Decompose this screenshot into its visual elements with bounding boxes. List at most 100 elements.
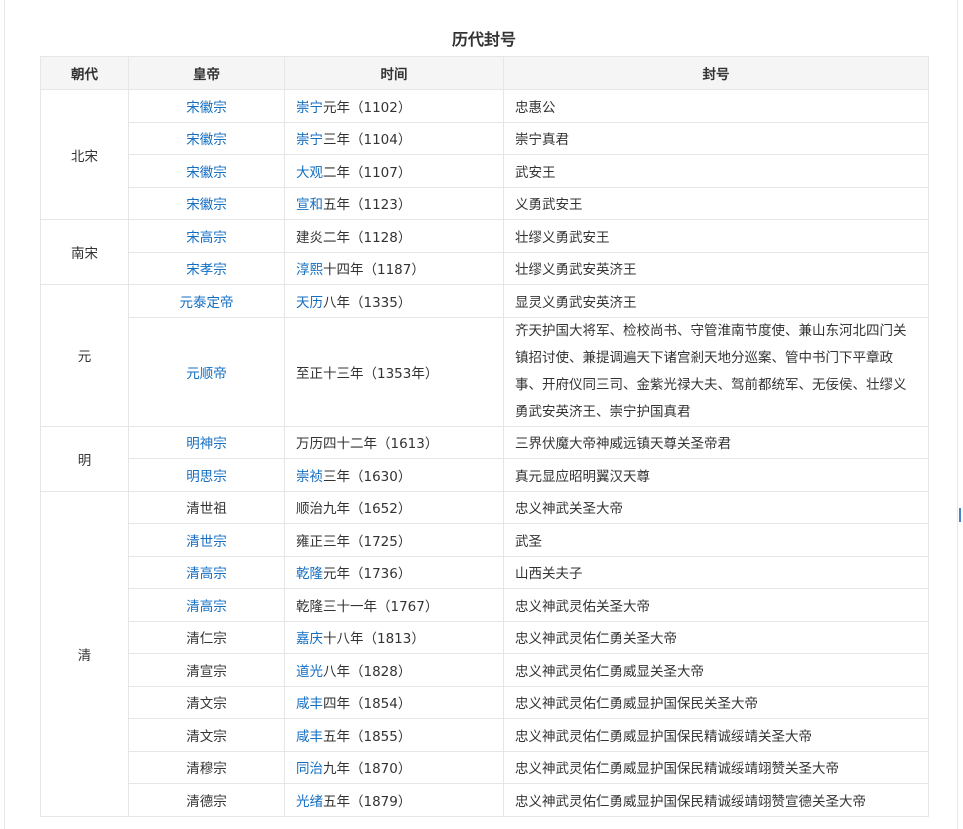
era-name: 顺治: [296, 501, 323, 518]
emperor-cell: 宋徽宗: [128, 121, 285, 155]
era-year: 四十二年（1613）: [323, 436, 439, 453]
era-link[interactable]: 光绪: [296, 794, 323, 810]
emperor-name: 清德宗: [186, 793, 227, 810]
table-row: 宋孝宗 淳熙十四年（1187） 壮缪义勇武安英济王: [41, 251, 929, 285]
era-link[interactable]: 崇祯: [296, 469, 323, 485]
era-link[interactable]: 道光: [296, 664, 323, 680]
page-left-border: [4, 0, 5, 829]
era-year: 十四年（1187）: [323, 262, 425, 279]
title-cell: 忠义神武灵佑关圣大帝: [503, 588, 929, 622]
emperor-link[interactable]: 元顺帝: [186, 366, 227, 382]
era-year: 八年（1335）: [323, 294, 412, 311]
emperor-cell: 清世祖: [128, 490, 285, 524]
title-cell: 三界伏魔大帝神威远镇天尊关圣帝君: [503, 425, 929, 459]
table-row: 宋徽宗 大观二年（1107） 武安王: [41, 154, 929, 188]
time-cell: 崇祯三年（1630）: [284, 458, 504, 492]
emperor-link[interactable]: 宋徽宗: [186, 197, 227, 213]
emperor-link[interactable]: 宋徽宗: [186, 132, 227, 148]
emperor-link[interactable]: 宋徽宗: [186, 100, 227, 116]
era-year: 五年（1879）: [323, 793, 412, 810]
emperor-cell: 明神宗: [128, 425, 285, 459]
title-cell: 忠义神武关圣大帝: [503, 490, 929, 524]
era-link[interactable]: 咸丰: [296, 696, 323, 712]
era-link[interactable]: 大观: [296, 165, 323, 181]
table-row: 元元泰定帝 天历八年（1335） 显灵义勇武安英济王: [40, 284, 929, 427]
header-emperor: 皇帝: [128, 56, 285, 90]
era-name: 万历: [296, 436, 323, 453]
emperor-cell: 宋孝宗: [128, 251, 285, 285]
era-link[interactable]: 崇宁: [296, 132, 323, 148]
title-cell: 忠义神武灵佑仁勇威显关圣大帝: [503, 653, 929, 687]
emperor-link[interactable]: 元泰定帝: [180, 295, 234, 311]
title-cell: 忠义神武灵佑仁勇威显护国保民精诚绥靖翊赞关圣大帝: [503, 750, 929, 784]
title-cell: 忠惠公: [503, 89, 929, 123]
emperor-cell: 明思宗: [128, 458, 285, 492]
time-cell: 宣和五年（1123）: [284, 186, 504, 220]
emperor-link[interactable]: 宋孝宗: [186, 262, 227, 278]
era-link[interactable]: 崇宁: [296, 100, 323, 116]
title-cell: 忠义神武灵佑仁勇威显护国保民精诚绥靖翊赞宣德关圣大帝: [503, 783, 929, 817]
table-row: 清文宗 咸丰五年（1855） 忠义神武灵佑仁勇威显护国保民精诚绥靖关圣大帝: [41, 718, 929, 752]
era-year: 十八年（1813）: [323, 631, 425, 648]
table-row: 北宋 宋徽宗 崇宁元年（1102） 忠惠公: [40, 89, 929, 220]
table-body: 北宋 宋徽宗 崇宁元年（1102） 忠惠公 宋徽宗 崇宁三年（1104） 崇宁真君 宋徽宗 大观…: [40, 89, 929, 817]
era-name: 雍正: [296, 533, 323, 550]
table-row: 宋徽宗 宣和五年（1123） 义勇武安王: [41, 186, 929, 220]
emperor-link[interactable]: 清高宗: [186, 566, 227, 582]
era-link[interactable]: 咸丰: [296, 729, 323, 745]
table-row: 清高宗 乾隆元年（1736） 山西关夫子: [41, 555, 929, 589]
emperor-cell: 清仁宗: [128, 620, 285, 654]
title-cell: 壮缪义勇武安英济王: [503, 251, 929, 285]
era-link[interactable]: 嘉庆: [296, 631, 323, 647]
title-cell: 山西关夫子: [503, 555, 929, 589]
time-cell: 崇宁三年（1104）: [284, 121, 504, 155]
dynasty-cell: 明: [40, 425, 129, 492]
page-right-border: [957, 0, 958, 829]
time-cell: 万历四十二年（1613）: [284, 425, 504, 459]
era-name: 至正: [296, 365, 323, 382]
emperor-cell: 清高宗: [128, 555, 285, 589]
table-row: 宋徽宗 崇宁三年（1104） 崇宁真君: [41, 121, 929, 155]
era-year: 二年（1128）: [323, 229, 412, 246]
era-year: 元年（1102）: [323, 99, 412, 116]
title-cell: 忠义神武灵佑仁勇关圣大帝: [503, 620, 929, 654]
time-cell: 咸丰四年（1854）: [284, 685, 504, 719]
era-year: 十三年（1353年）: [323, 365, 439, 382]
era-link[interactable]: 同治: [296, 761, 323, 777]
time-cell: 嘉庆十八年（1813）: [284, 620, 504, 654]
emperor-cell: 清宣宗: [128, 653, 285, 687]
title-cell: 忠义神武灵佑仁勇威显护国保民精诚绥靖关圣大帝: [503, 718, 929, 752]
dynasty-cell: 元: [40, 284, 129, 427]
era-link[interactable]: 天历: [296, 295, 323, 311]
emperor-cell: 清文宗: [128, 718, 285, 752]
era-year: 元年（1736）: [323, 566, 412, 583]
time-cell: 顺治九年（1652）: [284, 490, 504, 524]
title-cell: 崇宁真君: [503, 121, 929, 155]
emperor-link[interactable]: 明神宗: [186, 436, 227, 452]
emperor-cell: 清德宗: [128, 783, 285, 817]
emperor-name: 清世祖: [186, 501, 227, 518]
emperor-link[interactable]: 明思宗: [186, 469, 227, 485]
era-link[interactable]: 乾隆: [296, 566, 323, 582]
emperor-link[interactable]: 清世宗: [186, 534, 227, 550]
era-link[interactable]: 宣和: [296, 197, 323, 213]
emperor-link[interactable]: 清高宗: [186, 599, 227, 615]
emperor-link[interactable]: 宋徽宗: [186, 165, 227, 181]
dynasty-cell: 清: [40, 490, 129, 817]
table-row: 清文宗 咸丰四年（1854） 忠义神武灵佑仁勇威显护国保民关圣大帝: [41, 685, 929, 719]
time-cell: 大观二年（1107）: [284, 154, 504, 188]
table-caption: 历代封号: [451, 30, 516, 49]
time-cell: 乾隆三十一年（1767）: [284, 588, 504, 622]
era-year: 四年（1854）: [323, 696, 412, 713]
table-row: 明明神宗 万历四十二年（1613） 三界伏魔大帝神威远镇天尊关圣帝君: [40, 425, 929, 492]
time-cell: 天历八年（1335）: [284, 284, 504, 318]
emperor-link[interactable]: 宋高宗: [186, 230, 227, 246]
emperor-name: 清文宗: [186, 728, 227, 745]
titles-table: 朝代 皇帝 时间 封号 北宋 宋徽宗 崇宁元年（1102） 忠惠公 宋徽宗 崇宁三年（11…: [40, 56, 929, 817]
era-link[interactable]: 淳熙: [296, 262, 323, 278]
time-cell: 建炎二年（1128）: [284, 219, 504, 253]
emperor-cell: 宋高宗: [128, 219, 285, 253]
title-cell: 齐天护国大将军、检校尚书、守管淮南节度使、兼山东河北四门关镇招讨使、兼提调遍天下…: [503, 316, 929, 427]
scroll-marker: [959, 508, 961, 522]
era-year: 九年（1870）: [323, 761, 412, 778]
